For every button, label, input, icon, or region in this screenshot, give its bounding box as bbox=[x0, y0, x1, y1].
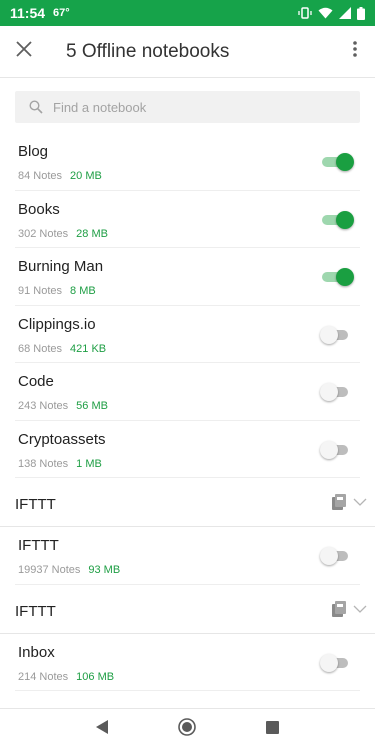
note-count: 68 Notes bbox=[18, 342, 63, 355]
note-count: 302 Notes bbox=[18, 227, 69, 240]
offline-toggle[interactable] bbox=[320, 440, 352, 459]
vibrate-icon bbox=[298, 6, 312, 20]
stack-header[interactable]: IFTTT bbox=[0, 585, 375, 634]
recents-icon[interactable] bbox=[265, 720, 280, 740]
offline-toggle[interactable] bbox=[320, 547, 352, 565]
offline-toggle[interactable] bbox=[322, 268, 354, 286]
notebook-name: Code bbox=[18, 373, 54, 390]
offline-toggle[interactable] bbox=[320, 325, 352, 344]
notebook-size: 93 MB bbox=[88, 564, 121, 576]
notebook-stack-icon bbox=[331, 494, 347, 515]
notebook-row[interactable]: Books 302 Notes 28 MB bbox=[15, 191, 360, 248]
note-count: 91 Notes bbox=[18, 285, 63, 297]
notebook-size: 8 MB bbox=[70, 285, 96, 297]
notebook-meta: 84 Notes 20 MB bbox=[18, 170, 102, 182]
chevron-down-icon[interactable] bbox=[353, 494, 367, 512]
notebook-meta: 91 Notes 8 MB bbox=[18, 285, 96, 297]
offline-toggle[interactable] bbox=[320, 383, 352, 401]
notebook-list: Blog 84 Notes 20 MB Books 302 Notes 28 MB … bbox=[0, 133, 375, 691]
notebook-row[interactable]: Blog 84 Notes 20 MB bbox=[15, 133, 360, 191]
notebook-meta: 68 Notes 421 KB bbox=[18, 343, 106, 355]
close-button[interactable] bbox=[0, 26, 48, 78]
battery-icon bbox=[357, 6, 365, 20]
back-icon[interactable] bbox=[95, 719, 109, 740]
close-icon bbox=[16, 41, 32, 62]
stack-name: IFTTT bbox=[15, 602, 56, 620]
more-options-button[interactable] bbox=[335, 26, 375, 78]
status-icons bbox=[298, 6, 365, 20]
notebook-name: Books bbox=[18, 200, 60, 218]
notebook-row[interactable]: IFTTT 19937 Notes 93 MB bbox=[15, 527, 360, 585]
notebook-meta: 214 Notes 106 MB bbox=[18, 671, 114, 683]
notebook-row[interactable]: Cryptoassets 138 Notes 1 MB bbox=[15, 421, 360, 478]
notebook-meta: 243 Notes 56 MB bbox=[18, 400, 108, 412]
notebook-stack-icon bbox=[331, 600, 347, 622]
note-count: 84 Notes bbox=[18, 170, 63, 182]
more-vert-icon bbox=[353, 41, 357, 62]
status-bar: 11:54 67° bbox=[0, 0, 375, 26]
notebook-name: Inbox bbox=[18, 643, 55, 661]
toolbar: 5 Offline notebooks bbox=[0, 26, 375, 78]
note-count: 19937 Notes bbox=[18, 564, 81, 576]
notebook-size: 28 MB bbox=[76, 227, 108, 240]
notebook-size: 1 MB bbox=[76, 457, 102, 470]
chevron-down-icon[interactable] bbox=[353, 601, 367, 619]
notebook-name: Cryptoassets bbox=[18, 430, 106, 448]
search-input[interactable] bbox=[53, 99, 333, 115]
notebook-size: 20 MB bbox=[70, 170, 102, 182]
android-nav-bar bbox=[0, 708, 375, 750]
notebook-meta: 302 Notes 28 MB bbox=[18, 228, 108, 240]
search-icon bbox=[29, 100, 43, 114]
notebook-row[interactable]: Inbox 214 Notes 106 MB bbox=[15, 634, 360, 691]
notebook-row[interactable]: Code 243 Notes 56 MB bbox=[15, 363, 360, 421]
note-count: 214 Notes bbox=[18, 670, 69, 683]
notebook-name: IFTTT bbox=[18, 537, 59, 554]
notebook-size: 106 MB bbox=[76, 670, 115, 683]
notebook-name: Burning Man bbox=[18, 258, 104, 275]
status-time: 11:54 bbox=[10, 5, 46, 21]
notebook-size: 421 KB bbox=[70, 342, 107, 355]
notebook-size: 56 MB bbox=[76, 400, 108, 412]
note-count: 138 Notes bbox=[18, 457, 69, 470]
offline-toggle[interactable] bbox=[322, 153, 354, 171]
offline-toggle[interactable] bbox=[322, 210, 354, 229]
page-title: 5 Offline notebooks bbox=[66, 40, 230, 62]
notebook-row[interactable]: Burning Man 91 Notes 8 MB bbox=[15, 248, 360, 306]
wifi-icon bbox=[318, 7, 333, 19]
offline-toggle[interactable] bbox=[320, 653, 352, 672]
notebook-meta: 19937 Notes 93 MB bbox=[18, 564, 120, 576]
status-temperature: 67° bbox=[53, 7, 70, 19]
stack-name: IFTTT bbox=[15, 496, 56, 513]
notebook-name: Clippings.io bbox=[18, 315, 96, 333]
stack-header[interactable]: IFTTT bbox=[0, 478, 375, 527]
note-count: 243 Notes bbox=[18, 400, 69, 412]
search-bar[interactable] bbox=[15, 91, 360, 123]
home-icon[interactable] bbox=[178, 718, 196, 741]
notebook-meta: 138 Notes 1 MB bbox=[18, 458, 102, 470]
notebook-row[interactable]: Clippings.io 68 Notes 421 KB bbox=[15, 306, 360, 363]
signal-icon bbox=[339, 7, 351, 19]
notebook-name: Blog bbox=[18, 143, 49, 160]
